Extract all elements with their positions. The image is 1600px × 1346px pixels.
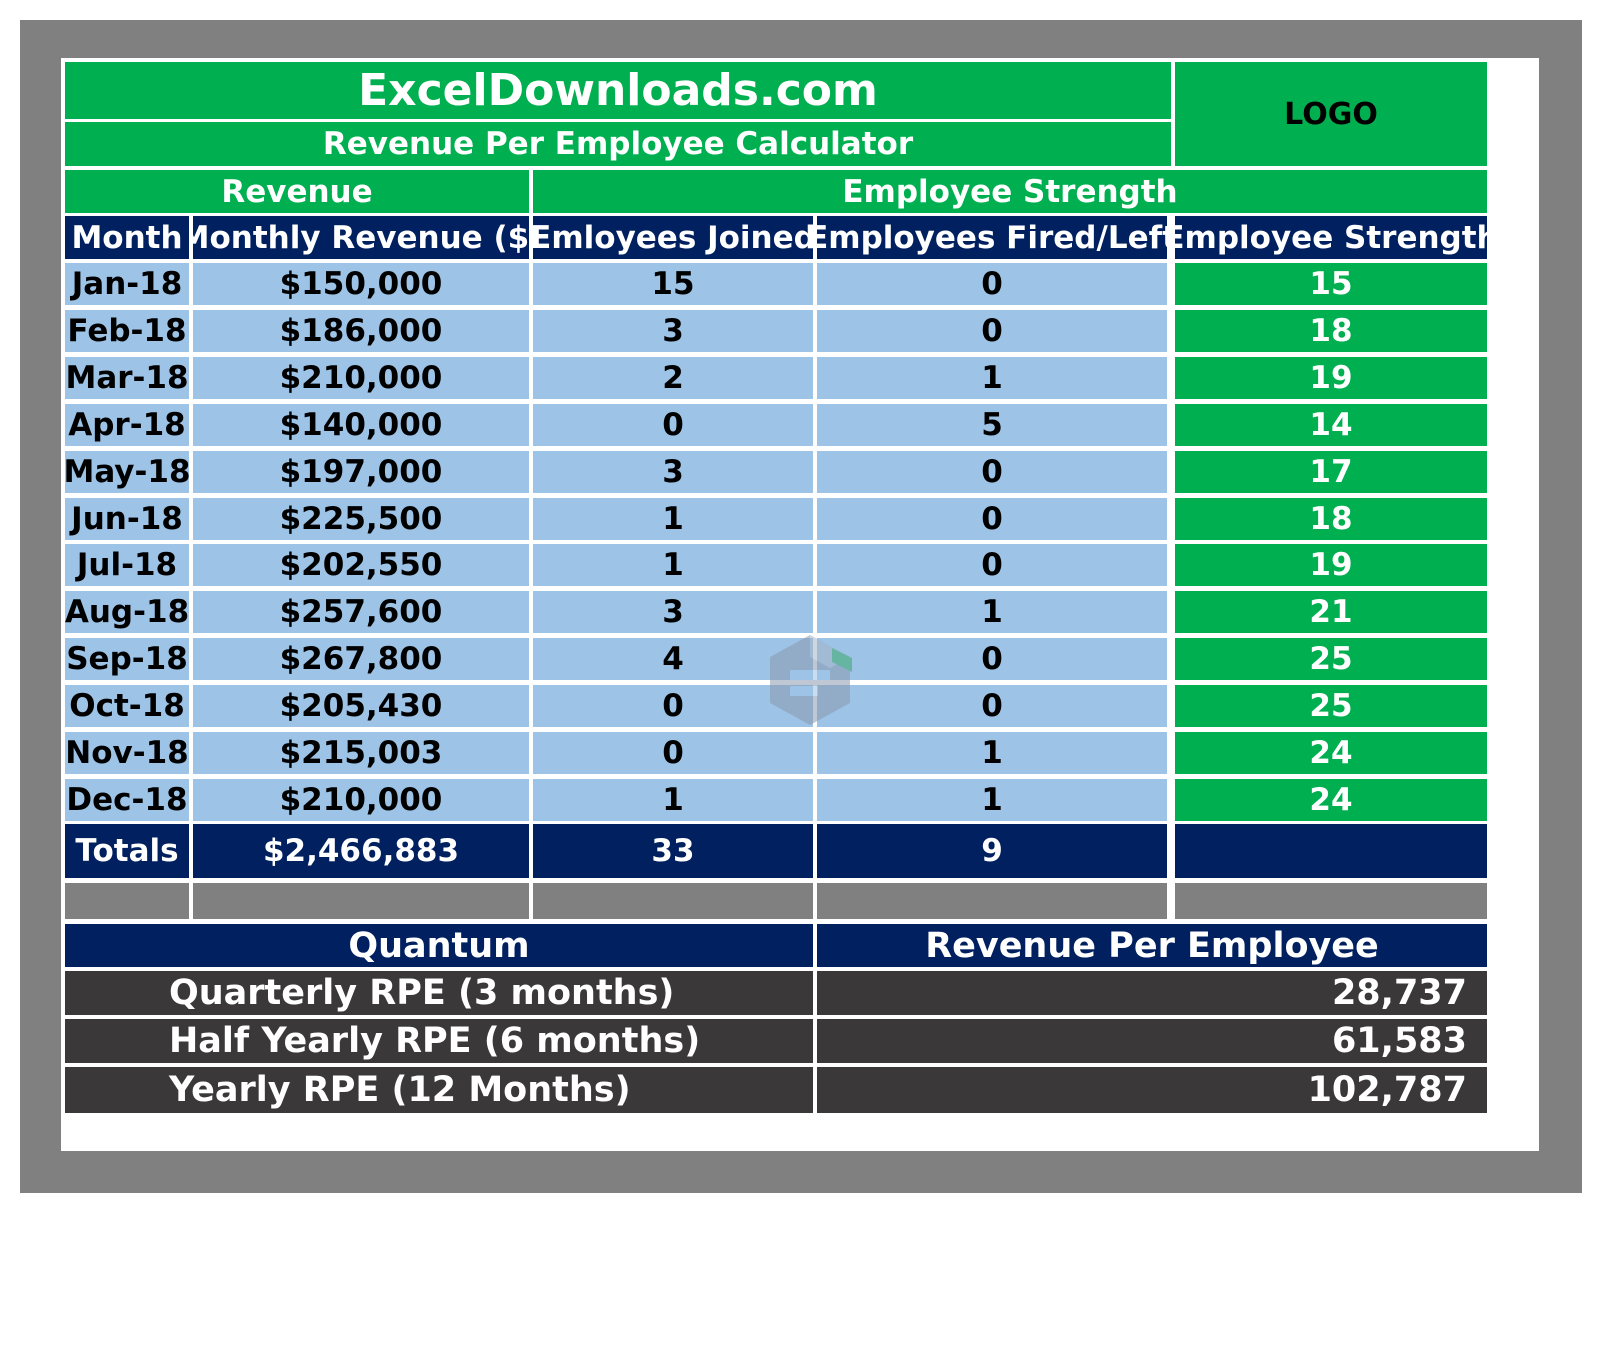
cell-employee-strength: 15 [1175,263,1487,305]
cell-employee-strength: 18 [1175,310,1487,352]
cell-employee-strength: 25 [1175,638,1487,680]
cell-employee-strength: 21 [1175,591,1487,633]
cell-month: Sep-18 [65,638,189,680]
cell-employees-left: 0 [817,544,1167,586]
cell-month: Aug-18 [65,591,189,633]
cell-employee-strength: 18 [1175,498,1487,540]
column-header-employees-joined: Emloyees Joined [533,216,813,259]
cell-employees-joined: 3 [533,310,813,352]
cell-employees-joined: 15 [533,263,813,305]
cell-employee-strength: 19 [1175,357,1487,399]
cell-employees-left: 1 [817,779,1167,821]
spacer-cell [1175,883,1487,919]
page-title: Revenue Per Employee Calculator [65,122,1171,166]
cell-employees-left: 0 [817,638,1167,680]
rpe-half-yearly-value: 61,583 [817,1019,1487,1063]
cell-employees-left: 0 [817,685,1167,727]
rpe-header-value: Revenue Per Employee [817,924,1487,967]
cell-employees-joined: 3 [533,591,813,633]
column-header-monthly-revenue: Monthly Revenue ($) [193,216,529,259]
totals-strength [1175,824,1487,878]
cell-monthly-revenue: $150,000 [193,263,529,305]
rpe-half-yearly-label: Half Yearly RPE (6 months) [65,1019,813,1063]
cell-employee-strength: 19 [1175,544,1487,586]
cell-employees-left: 1 [817,591,1167,633]
cell-employees-joined: 2 [533,357,813,399]
cell-monthly-revenue: $210,000 [193,779,529,821]
rpe-calculator-sheet: ExcelDownloads.com Revenue Per Employee … [61,58,1539,1151]
totals-label: Totals [65,824,189,878]
rpe-yearly-label: Yearly RPE (12 Months) [65,1067,813,1113]
cell-month: Nov-18 [65,732,189,774]
cell-month: May-18 [65,451,189,493]
cell-employees-left: 0 [817,451,1167,493]
cell-employees-joined: 3 [533,451,813,493]
column-header-employee-strength: Employee Strength [1175,216,1487,259]
cell-employees-left: 1 [817,732,1167,774]
cell-monthly-revenue: $197,000 [193,451,529,493]
cell-employees-joined: 0 [533,732,813,774]
cell-employees-joined: 0 [533,404,813,446]
rpe-header-quantum: Quantum [65,924,813,967]
spacer-cell [817,883,1167,919]
cell-employee-strength: 17 [1175,451,1487,493]
cell-monthly-revenue: $225,500 [193,498,529,540]
cell-monthly-revenue: $215,003 [193,732,529,774]
cell-employees-joined: 1 [533,779,813,821]
section-revenue: Revenue [65,170,529,213]
cell-month: Mar-18 [65,357,189,399]
totals-revenue: $2,466,883 [193,824,529,878]
cell-employee-strength: 14 [1175,404,1487,446]
cell-employees-left: 5 [817,404,1167,446]
spacer-cell [193,883,529,919]
column-header-employees-left: Employees Fired/Left [817,216,1167,259]
cell-employees-left: 0 [817,498,1167,540]
rpe-yearly-value: 102,787 [817,1067,1487,1113]
totals-left: 9 [817,824,1167,878]
cell-month: Oct-18 [65,685,189,727]
cell-monthly-revenue: $186,000 [193,310,529,352]
column-header-month: Month [65,216,189,259]
cell-monthly-revenue: $140,000 [193,404,529,446]
section-employee-strength: Employee Strength [533,170,1487,213]
rpe-quarterly-label: Quarterly RPE (3 months) [65,971,813,1015]
cell-employees-joined: 1 [533,498,813,540]
cell-employee-strength: 24 [1175,779,1487,821]
cell-monthly-revenue: $257,600 [193,591,529,633]
exceldownloads-logo-icon [770,635,852,725]
cell-monthly-revenue: $210,000 [193,357,529,399]
cell-month: Dec-18 [65,779,189,821]
cell-employees-left: 0 [817,310,1167,352]
cell-employees-left: 1 [817,357,1167,399]
cell-monthly-revenue: $267,800 [193,638,529,680]
cell-month: Jul-18 [65,544,189,586]
totals-joined: 33 [533,824,813,878]
rpe-quarterly-value: 28,737 [817,971,1487,1015]
cell-month: Apr-18 [65,404,189,446]
cell-employees-left: 0 [817,263,1167,305]
cell-month: Feb-18 [65,310,189,352]
cell-month: Jun-18 [65,498,189,540]
cell-employees-joined: 1 [533,544,813,586]
spacer-cell [65,883,189,919]
cell-employee-strength: 24 [1175,732,1487,774]
cell-employee-strength: 25 [1175,685,1487,727]
site-title: ExcelDownloads.com [65,62,1171,119]
cell-monthly-revenue: $202,550 [193,544,529,586]
logo-placeholder: LOGO [1175,62,1487,166]
cell-monthly-revenue: $205,430 [193,685,529,727]
spacer-cell [533,883,813,919]
cell-month: Jan-18 [65,263,189,305]
